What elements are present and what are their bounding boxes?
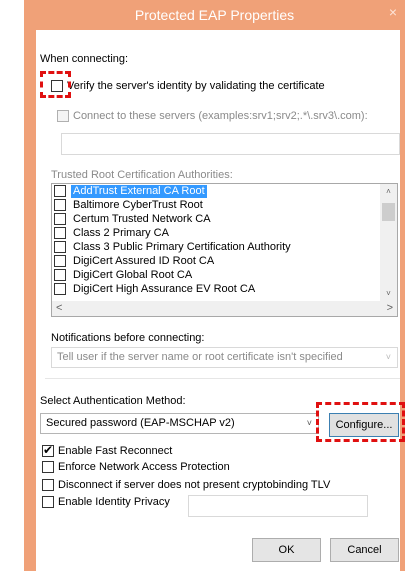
connect-servers-label[interactable]: Connect to these servers (examples:srv1;… [73, 109, 368, 123]
window-frame-right [400, 30, 405, 571]
list-item-label[interactable]: AddTrust External CA Root [71, 185, 207, 198]
cancel-button[interactable]: Cancel [330, 538, 399, 562]
scroll-up-icon[interactable]: ˄ [380, 187, 397, 196]
when-connecting-heading: When connecting: [40, 53, 129, 65]
divider [45, 378, 400, 379]
auth-method-selected-value: Secured password (EAP-MSCHAP v2) [46, 417, 235, 429]
list-item[interactable]: DigiCert Assured ID Root CA [52, 255, 379, 268]
verify-server-label[interactable]: Verify the server's identity by validati… [67, 79, 325, 93]
list-item-label[interactable]: DigiCert Assured ID Root CA [71, 255, 216, 268]
auth-method-select[interactable]: Secured password (EAP-MSCHAP v2) ˅ [40, 413, 319, 434]
enforce-nap-checkbox[interactable] [42, 461, 54, 473]
list-item-label[interactable]: DigiCert High Assurance EV Root CA [71, 283, 257, 296]
verify-checkbox-highlight [40, 71, 71, 98]
list-item[interactable]: AddTrust External CA Root [52, 185, 379, 198]
servers-input[interactable] [61, 133, 400, 155]
fast-reconnect-label[interactable]: Enable Fast Reconnect [58, 444, 172, 458]
chevron-down-icon[interactable]: ˅ [307, 418, 312, 428]
notifications-heading: Notifications before connecting: [51, 332, 205, 344]
configure-button-highlight [316, 402, 405, 442]
connect-servers-checkbox[interactable] [57, 110, 69, 122]
list-item-checkbox[interactable] [54, 241, 66, 253]
title-bar: Protected EAP Properties × [24, 0, 405, 30]
identity-privacy-label[interactable]: Enable Identity Privacy [58, 495, 170, 509]
list-item[interactable]: Class 3 Public Primary Certification Aut… [52, 241, 379, 254]
list-item-checkbox[interactable] [54, 199, 66, 211]
list-item-label[interactable]: Class 3 Public Primary Certification Aut… [71, 241, 293, 254]
list-item-label[interactable]: Class 2 Primary CA [71, 227, 171, 240]
close-icon[interactable]: × [389, 4, 397, 20]
trusted-root-list[interactable]: AddTrust External CA Root Baltimore Cybe… [51, 183, 398, 317]
scroll-down-icon[interactable]: ˅ [380, 289, 397, 298]
notifications-selected-value: Tell user if the server name or root cer… [57, 351, 343, 363]
list-item-label[interactable]: Baltimore CyberTrust Root [71, 199, 205, 212]
scroll-left-icon[interactable]: < [56, 302, 62, 314]
list-item[interactable]: DigiCert Global Root CA [52, 269, 379, 282]
list-item-checkbox[interactable] [54, 255, 66, 267]
scroll-thumb[interactable] [382, 203, 395, 221]
cryptobinding-label[interactable]: Disconnect if server does not present cr… [58, 478, 330, 492]
cryptobinding-checkbox[interactable] [42, 479, 54, 491]
vertical-scrollbar[interactable]: ˄ ˅ [380, 184, 397, 301]
scroll-right-icon[interactable]: > [387, 302, 393, 314]
auth-method-heading: Select Authentication Method: [40, 395, 186, 407]
horizontal-scrollbar[interactable]: < > [52, 301, 397, 316]
list-item[interactable]: Class 2 Primary CA [52, 227, 379, 240]
list-item-checkbox[interactable] [54, 185, 66, 197]
list-item-checkbox[interactable] [54, 213, 66, 225]
chevron-down-icon[interactable]: ˅ [386, 352, 391, 362]
list-item[interactable]: Baltimore CyberTrust Root [52, 199, 379, 212]
enforce-nap-label[interactable]: Enforce Network Access Protection [58, 460, 230, 474]
list-item[interactable]: DigiCert High Assurance EV Root CA [52, 283, 379, 296]
list-item-label[interactable]: Certum Trusted Network CA [71, 213, 213, 226]
identity-input[interactable] [188, 495, 368, 517]
trusted-root-heading: Trusted Root Certification Authorities: [51, 169, 233, 181]
ok-button[interactable]: OK [252, 538, 321, 562]
list-item-checkbox[interactable] [54, 227, 66, 239]
window-title: Protected EAP Properties [134, 7, 295, 23]
list-item-checkbox[interactable] [54, 269, 66, 281]
fast-reconnect-checkbox[interactable] [42, 443, 54, 457]
list-item-checkbox[interactable] [54, 283, 66, 295]
list-item[interactable]: Certum Trusted Network CA [52, 213, 379, 226]
identity-privacy-checkbox[interactable] [42, 496, 54, 508]
notifications-select[interactable]: Tell user if the server name or root cer… [51, 347, 398, 368]
list-item-label[interactable]: DigiCert Global Root CA [71, 269, 194, 282]
window-frame-left [24, 30, 36, 571]
